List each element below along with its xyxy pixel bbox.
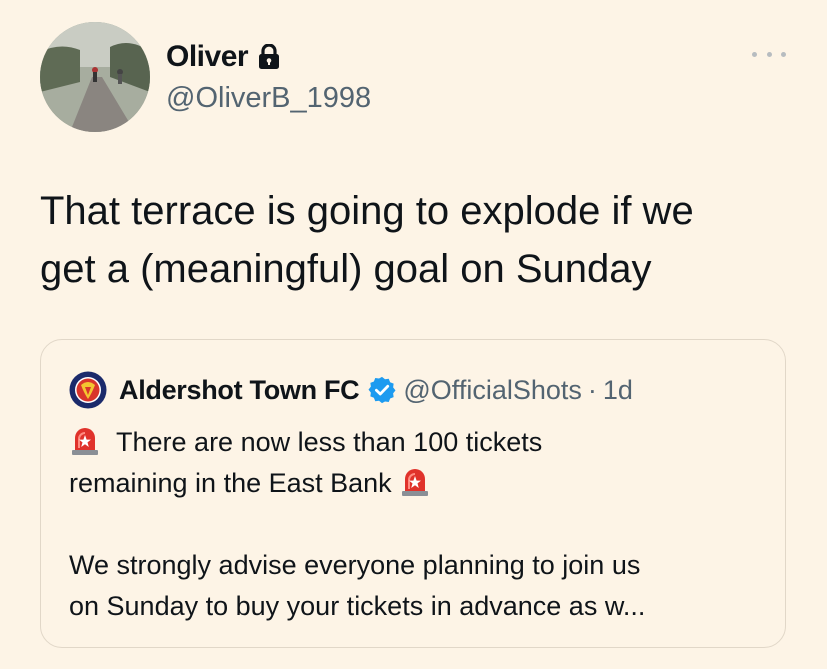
avatar-photo xyxy=(40,22,150,132)
avatar[interactable] xyxy=(40,22,150,132)
siren-icon xyxy=(72,428,98,455)
quoted-text-line: There are now less than 100 tickets xyxy=(69,422,769,463)
separator-dot: · xyxy=(587,374,597,405)
quoted-text-line-2: remaining in the East Bank xyxy=(69,468,392,498)
tweet-text-line: get a (meaningful) goal on Sunday xyxy=(40,247,652,291)
more-icon xyxy=(752,51,757,57)
verified-badge-icon xyxy=(368,376,396,404)
quoted-text-line-4: on Sunday to buy your tickets in advance… xyxy=(69,591,646,621)
author-handle[interactable]: @OliverB_1998 xyxy=(166,82,371,115)
author-display-name[interactable]: Oliver xyxy=(166,40,249,74)
quoted-tweet-text: There are now less than 100 tickets rema… xyxy=(69,422,769,627)
quoted-tweet-card[interactable]: Aldershot Town FC @OfficialShots · 1d Th… xyxy=(40,339,786,648)
quoted-text-line-1: There are now less than 100 tickets xyxy=(116,427,543,457)
author-display-name-row[interactable]: Oliver xyxy=(166,40,280,74)
siren-icon xyxy=(402,469,429,496)
more-options-button[interactable] xyxy=(752,46,786,62)
quoted-author-handle[interactable]: @OfficialShots xyxy=(403,375,581,406)
lock-icon xyxy=(259,44,280,69)
quoted-text-line-3: We strongly advise everyone planning to … xyxy=(69,550,641,580)
quoted-author-name[interactable]: Aldershot Town FC xyxy=(119,375,360,406)
club-crest-avatar[interactable] xyxy=(69,371,107,409)
tweet-text-line: That terrace is going to explode if we xyxy=(40,189,694,233)
quoted-text-line: remaining in the East Bank xyxy=(69,463,769,504)
quoted-timestamp[interactable]: 1d xyxy=(603,375,633,406)
tweet-text: That terrace is going to explode if we g… xyxy=(40,182,800,298)
quoted-tweet-header: Aldershot Town FC @OfficialShots · 1d xyxy=(69,370,633,410)
